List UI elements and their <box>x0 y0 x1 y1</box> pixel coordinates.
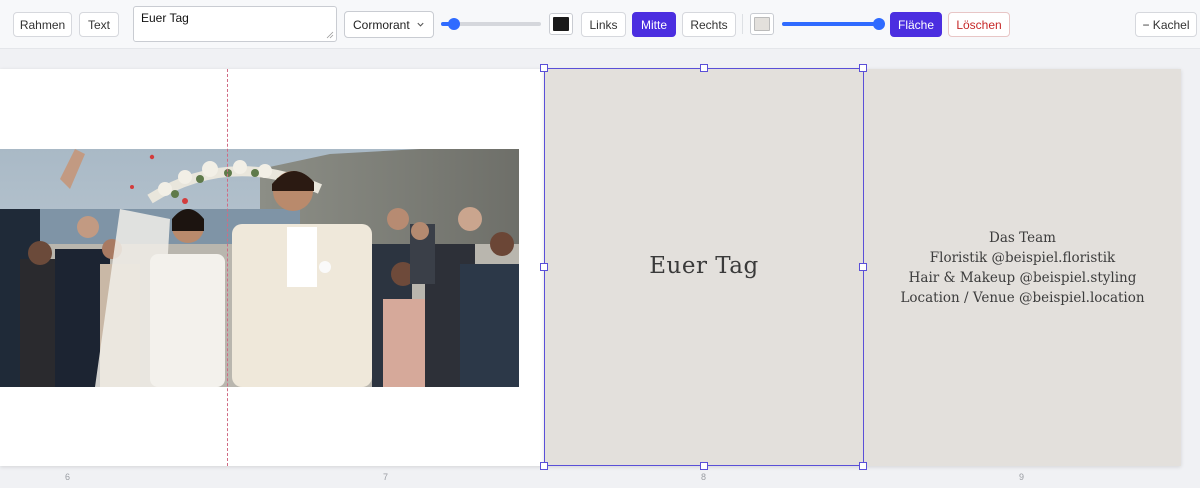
text-color-button[interactable] <box>549 13 573 35</box>
credits-line-florist: Floristik @beispiel.floristik <box>929 250 1116 266</box>
wedding-photo-image <box>0 149 519 387</box>
chevron-down-icon <box>417 22 424 27</box>
resize-handle-top-right[interactable] <box>859 64 867 72</box>
wedding-photo[interactable] <box>0 149 519 387</box>
text-button[interactable]: Text <box>79 12 119 37</box>
resize-handle-left[interactable] <box>540 263 548 271</box>
resize-handle-right[interactable] <box>859 263 867 271</box>
fold-guide-line <box>227 69 228 466</box>
text-color-swatch <box>553 17 569 31</box>
resize-handle-bottom[interactable] <box>700 462 708 470</box>
selection-frame[interactable] <box>544 68 864 466</box>
resize-handle-bottom-right[interactable] <box>859 462 867 470</box>
fill-color-button[interactable] <box>750 13 774 35</box>
page-number-9: 9 <box>1019 472 1025 482</box>
font-select-value: Cormorant <box>353 17 410 32</box>
resize-handle-top-left[interactable] <box>540 64 548 72</box>
slider-thumb[interactable] <box>448 18 460 30</box>
resize-handle-bottom-left[interactable] <box>540 462 548 470</box>
resize-handle-top[interactable] <box>700 64 708 72</box>
fill-opacity-slider[interactable] <box>782 18 885 30</box>
delete-button[interactable]: Löschen <box>948 12 1010 37</box>
slider-thumb[interactable] <box>872 18 885 30</box>
credits-text-box[interactable]: Das Team Floristik @beispiel.floristik H… <box>864 228 1181 308</box>
toolbar: Rahmen Text Euer Tag Cormorant Links Mit… <box>0 0 1200 49</box>
toolbar-divider <box>742 14 743 34</box>
credits-line-venue: Location / Venue @beispiel.location <box>900 290 1145 306</box>
font-select[interactable]: Cormorant <box>344 11 434 38</box>
page-number-7: 7 <box>383 472 389 482</box>
remove-tile-button[interactable]: − Kachel <box>1135 12 1197 37</box>
credits-line-hair-makeup: Hair & Makeup @beispiel.styling <box>908 270 1137 286</box>
page-number-6: 6 <box>65 472 71 482</box>
fill-color-swatch <box>754 17 770 31</box>
fill-button[interactable]: Fläche <box>890 12 942 37</box>
frame-button[interactable]: Rahmen <box>13 12 72 37</box>
spread-pages-6-7[interactable] <box>0 69 544 466</box>
page-number-8: 8 <box>701 472 707 482</box>
resize-grip-icon[interactable] <box>326 31 334 39</box>
text-input-value: Euer Tag <box>141 11 189 25</box>
align-right-button[interactable]: Rechts <box>682 12 736 37</box>
align-center-button[interactable]: Mitte <box>632 12 676 37</box>
font-size-slider[interactable] <box>441 18 541 30</box>
slider-fill <box>782 22 879 26</box>
credits-line-team: Das Team <box>989 230 1056 246</box>
align-left-button[interactable]: Links <box>581 12 626 37</box>
text-input[interactable]: Euer Tag <box>133 6 337 42</box>
